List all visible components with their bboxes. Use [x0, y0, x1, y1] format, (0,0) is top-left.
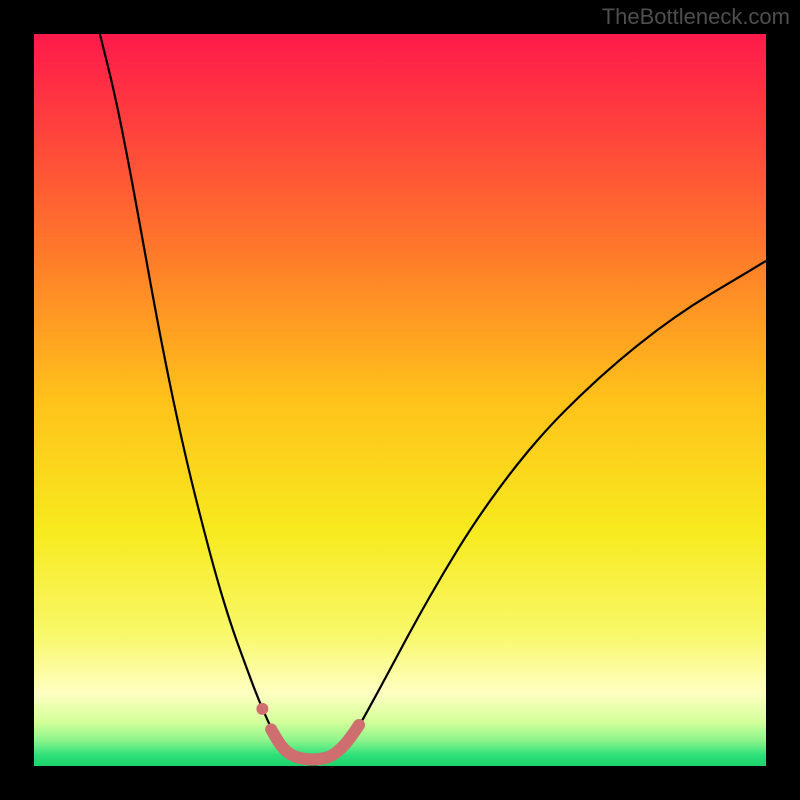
- watermark-text: TheBottleneck.com: [602, 4, 790, 30]
- highlight-dot: [256, 703, 268, 715]
- plot-area: [34, 34, 766, 766]
- gradient-background: [34, 34, 766, 766]
- bottleneck-chart: [34, 34, 766, 766]
- marker-layer: [256, 703, 268, 715]
- chart-frame: TheBottleneck.com: [0, 0, 800, 800]
